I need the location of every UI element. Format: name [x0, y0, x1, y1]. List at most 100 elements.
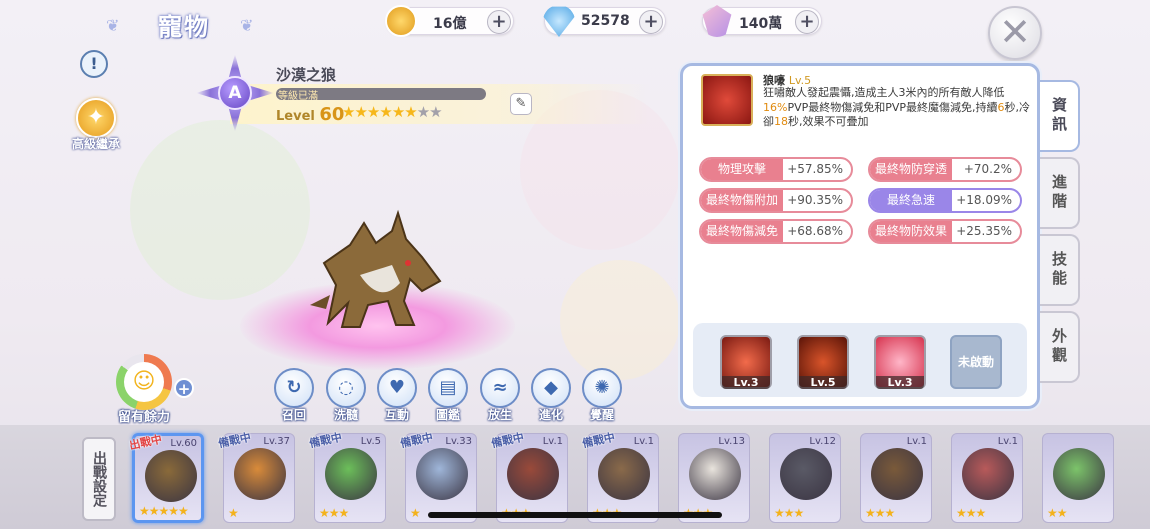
pet-card-status: 出戰中	[128, 432, 164, 453]
legacy-icon: ✦	[76, 98, 116, 138]
stat-row: 最終急速 +18.09%	[868, 188, 1022, 213]
skill-desc-part: 6	[997, 100, 1005, 114]
tab-appearance[interactable]: 外觀	[1040, 311, 1080, 383]
pet-card-level: Lv.13	[718, 436, 745, 447]
bubbles-icon: ◌	[326, 368, 366, 408]
rank-badge: A	[196, 54, 274, 132]
skill-slot[interactable]: Lv.3	[874, 335, 926, 389]
codex-button[interactable]: ▤ 圖鑑	[426, 368, 470, 423]
add-crystal-button[interactable]: +	[795, 10, 819, 34]
action-label: 放生	[487, 408, 512, 422]
pet-portrait	[145, 450, 197, 502]
pet-portrait	[507, 448, 559, 500]
action-label: 互動	[384, 408, 409, 422]
awaken-button[interactable]: ✺ 覺醒	[580, 368, 624, 423]
currency-diamond: 52578 +	[543, 6, 666, 37]
pet-portrait	[325, 448, 377, 500]
stat-value: +57.85%	[787, 162, 843, 176]
book-icon: ▤	[428, 368, 468, 408]
skill-desc-part: 16%	[763, 100, 788, 114]
stat-row: 最終物傷附加 +90.35%	[699, 188, 853, 213]
recall-button[interactable]: ↻ 召回	[272, 368, 316, 423]
currency-value: 140萬	[739, 16, 783, 32]
stat-row: 物理攻擊 +57.85%	[699, 157, 853, 182]
pet-card-level: Lv.1	[997, 436, 1018, 447]
pet-card[interactable]: Lv.37 備戰中 ★	[217, 431, 295, 523]
pet-card-stars: ★	[228, 506, 239, 520]
stat-name: 物理攻擊	[701, 159, 783, 180]
star-filled-icon: ★	[404, 103, 417, 121]
deploy-settings-button[interactable]: 出戰設定	[82, 437, 116, 521]
add-zeny-button[interactable]: +	[487, 10, 511, 34]
evolve-button[interactable]: ◆ 進化	[529, 368, 573, 423]
skill-slot-level: Lv.5	[799, 376, 847, 389]
star-filled-icon: ★	[391, 103, 405, 121]
skill-slot[interactable]: Lv.3	[720, 335, 772, 389]
passive-skill: 狼嚎 Lv.5 狂嘯敵人發起震懾,造成主人3米內的所有敵人降低16%PVP最終物…	[697, 70, 1035, 140]
pet-model	[310, 209, 442, 328]
page-title: 寵物	[158, 13, 210, 41]
pet-card-level: Lv.1	[542, 436, 563, 447]
pet-card[interactable]: Lv.5 備戰中 ★★★	[308, 431, 386, 523]
stamina-widget[interactable]: ☺ + 留有餘力	[104, 354, 194, 425]
pet-card[interactable]: Lv.13★★★	[678, 433, 750, 523]
stat-name: 最終急速	[870, 190, 952, 211]
tab-info[interactable]: 資訊	[1040, 80, 1080, 152]
add-diamond-button[interactable]: +	[639, 10, 663, 34]
pet-stars: ★★★★★★★★	[342, 103, 443, 121]
star-filled-icon: ★	[379, 103, 392, 121]
info-button[interactable]: !	[80, 50, 108, 78]
skill-slot[interactable]: Lv.5	[797, 335, 849, 389]
wing-icon: ❦	[106, 16, 120, 35]
close-button[interactable]: ✕	[988, 6, 1042, 60]
crystal-icon	[702, 5, 732, 37]
pet-card[interactable]: Lv.33 備戰中 ★	[399, 431, 477, 523]
stat-name: 最終物防效果	[870, 221, 952, 242]
currency-crystal: 140萬 +	[702, 5, 822, 37]
pet-card-level: Lv.33	[445, 436, 472, 447]
skill-description: 狂嘯敵人發起震懾,造成主人3米內的所有敵人降低16%PVP最終物傷減免和PVP最…	[763, 86, 1033, 130]
stat-name: 最終物防穿透	[870, 159, 952, 180]
pet-card[interactable]: Lv.12 ★★★	[769, 433, 841, 523]
reroll-button[interactable]: ◌ 洗髓	[324, 368, 368, 423]
stat-row: 最終物防穿透 +70.2%	[868, 157, 1022, 182]
action-label: 洗髓	[333, 408, 358, 422]
pet-portrait	[871, 448, 923, 500]
stat-row: 最終物防效果 +25.35%	[868, 219, 1022, 244]
pencil-icon: ✎	[515, 96, 527, 111]
star-filled-icon: ★	[354, 103, 367, 121]
interact-button[interactable]: ♥ 互動	[375, 368, 419, 423]
add-stamina-button[interactable]: +	[174, 378, 194, 398]
pet-name: 沙漠之狼	[276, 66, 337, 84]
bg-bubble	[130, 120, 310, 300]
pet-card[interactable]: Lv.1 ★★★	[951, 433, 1023, 523]
tab-advance[interactable]: 進階	[1040, 157, 1080, 229]
skill-desc-part: 18	[774, 115, 788, 128]
skill-slot-level: Lv.3	[876, 376, 924, 389]
wing-icon: ❦	[240, 16, 254, 35]
pet-card[interactable]: Lv.1備戰中★★★	[490, 431, 568, 523]
star-filled-icon: ★	[342, 103, 355, 121]
star-empty-icon: ★	[429, 103, 442, 121]
stat-value: +68.68%	[787, 224, 843, 238]
pet-card[interactable]: ★★	[1042, 433, 1114, 523]
pet-card-stars: ★★★	[865, 506, 895, 520]
skill-slot-locked[interactable]: 未啟動	[950, 335, 1002, 389]
level-progress-bar: 等級已滿	[276, 88, 486, 102]
pet-card[interactable]: Lv.1備戰中★★★	[581, 431, 659, 523]
edit-name-button[interactable]: ✎	[510, 93, 532, 115]
release-button[interactable]: ≈ 放生	[478, 368, 522, 423]
currency-zeny: 16億 +	[385, 5, 514, 37]
advanced-legacy-button[interactable]: ✦ 高級繼承	[66, 98, 126, 152]
tab-skills[interactable]: 技能	[1040, 234, 1080, 306]
pet-card[interactable]: Lv.1 ★★★	[860, 433, 932, 523]
smile-icon: ☺	[124, 362, 164, 402]
pet-portrait	[780, 448, 832, 500]
pet-card[interactable]: Lv.60 出戰中 ★★★★★	[128, 433, 204, 523]
star-filled-icon: ★	[366, 103, 380, 121]
locked-label: 未啟動	[957, 355, 994, 369]
pet-card-level: Lv.12	[809, 436, 836, 447]
pet-card-stars: ★★★★★	[139, 504, 189, 518]
skill-slot-level: Lv.3	[722, 376, 770, 389]
pet-card-stars: ★★★	[774, 506, 804, 520]
